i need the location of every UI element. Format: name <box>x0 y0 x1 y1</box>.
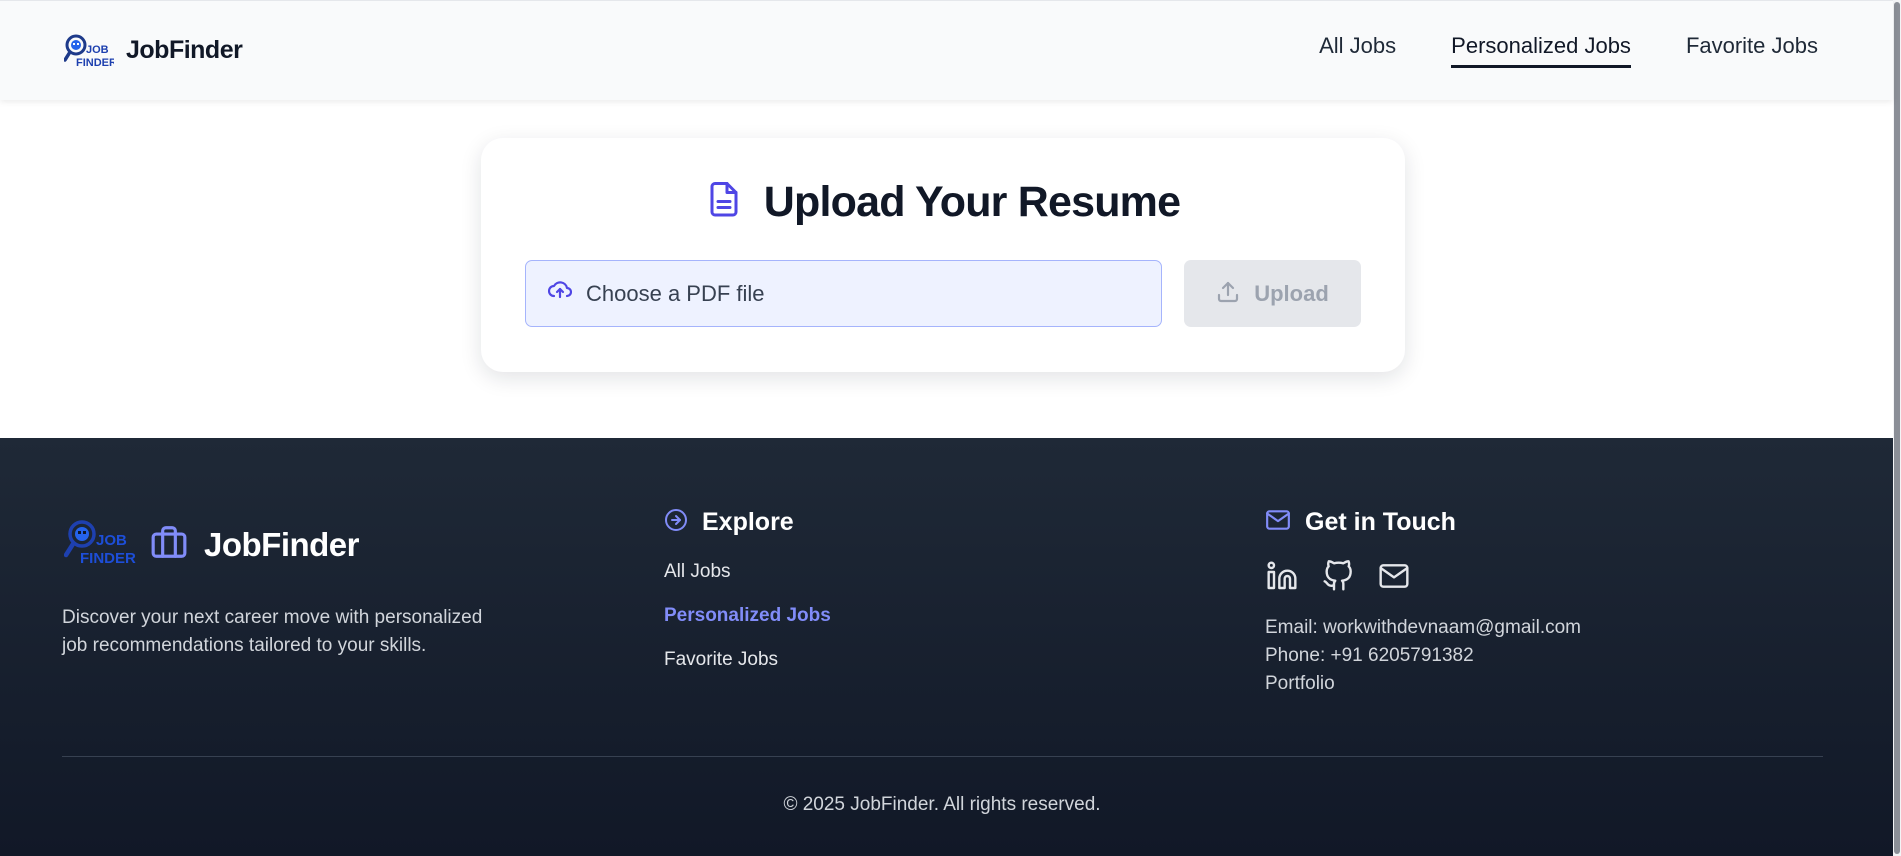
explore-links: All Jobs Personalized Jobs Favorite Jobs <box>664 559 831 673</box>
footer-brand-name: JobFinder <box>204 525 360 563</box>
social-links <box>1265 559 1581 593</box>
pdf-file-picker[interactable]: Choose a PDF file <box>525 260 1162 327</box>
upload-card-header: Upload Your Resume <box>481 178 1405 227</box>
footer-contact: Get in Touch Email: workwithdevnaam@gmai… <box>1265 508 1581 697</box>
cloud-upload-icon <box>547 280 573 307</box>
nav-all-jobs[interactable]: All Jobs <box>1319 33 1396 68</box>
footer-divider <box>62 756 1823 757</box>
footer-brand[interactable]: JOB FINDER JobFinder <box>63 518 360 571</box>
svg-text:FINDER: FINDER <box>80 550 136 566</box>
footer-link-favorite-jobs[interactable]: Favorite Jobs <box>664 647 831 673</box>
explore-heading-text: Explore <box>702 508 794 536</box>
upload-button[interactable]: Upload <box>1184 260 1361 327</box>
upload-button-label: Upload <box>1254 280 1329 306</box>
upload-icon <box>1216 280 1240 307</box>
linkedin-icon[interactable] <box>1265 559 1299 593</box>
nav-favorite-jobs[interactable]: Favorite Jobs <box>1686 33 1818 68</box>
mail-icon <box>1265 509 1291 536</box>
footer-link-all-jobs[interactable]: All Jobs <box>664 559 831 585</box>
contact-phone: Phone: +91 6205791382 <box>1265 645 1474 666</box>
arrow-right-circle-icon <box>664 508 688 537</box>
top-navbar: JOB FINDER JobFinder All Jobs Personaliz… <box>0 0 1893 100</box>
contact-details: Email: workwithdevnaam@gmail.com Phone: … <box>1265 615 1581 697</box>
footer-link-personalized-jobs[interactable]: Personalized Jobs <box>664 603 831 629</box>
page-scrollbar[interactable] <box>1893 0 1901 856</box>
scrollbar-thumb[interactable] <box>1894 2 1900 854</box>
github-icon[interactable] <box>1321 559 1355 593</box>
explore-heading: Explore <box>664 508 831 537</box>
document-icon <box>706 180 742 225</box>
footer-description: Discover your next career move with pers… <box>62 607 483 656</box>
mail-icon[interactable] <box>1377 559 1411 593</box>
nav-personalized-jobs[interactable]: Personalized Jobs <box>1451 33 1631 68</box>
contact-email: Email: workwithdevnaam@gmail.com <box>1265 617 1581 638</box>
upload-resume-card: Upload Your Resume Choose a PDF file Upl… <box>481 138 1405 372</box>
brand[interactable]: JOB FINDER JobFinder <box>63 33 243 69</box>
svg-text:FINDER: FINDER <box>76 57 114 69</box>
brand-name: JobFinder <box>126 36 243 64</box>
briefcase-icon <box>150 523 188 566</box>
jobfinder-logo: JOB FINDER <box>63 33 117 69</box>
svg-text:JOB: JOB <box>86 44 109 56</box>
site-footer: JOB FINDER JobFinder Discover your next … <box>0 438 1893 856</box>
svg-text:JOB: JOB <box>96 532 127 549</box>
portfolio-link[interactable]: Portfolio <box>1265 671 1581 697</box>
main-nav: All Jobs Personalized Jobs Favorite Jobs <box>1319 33 1818 68</box>
upload-title: Upload Your Resume <box>763 178 1181 226</box>
contact-heading-text: Get in Touch <box>1305 508 1456 536</box>
file-picker-label: Choose a PDF file <box>586 280 765 306</box>
footer-explore: Explore All Jobs Personalized Jobs Favor… <box>664 508 831 673</box>
copyright: © 2025 JobFinder. All rights reserved. <box>783 794 1101 815</box>
contact-heading: Get in Touch <box>1265 508 1581 537</box>
jobfinder-logo: JOB FINDER <box>63 518 136 571</box>
